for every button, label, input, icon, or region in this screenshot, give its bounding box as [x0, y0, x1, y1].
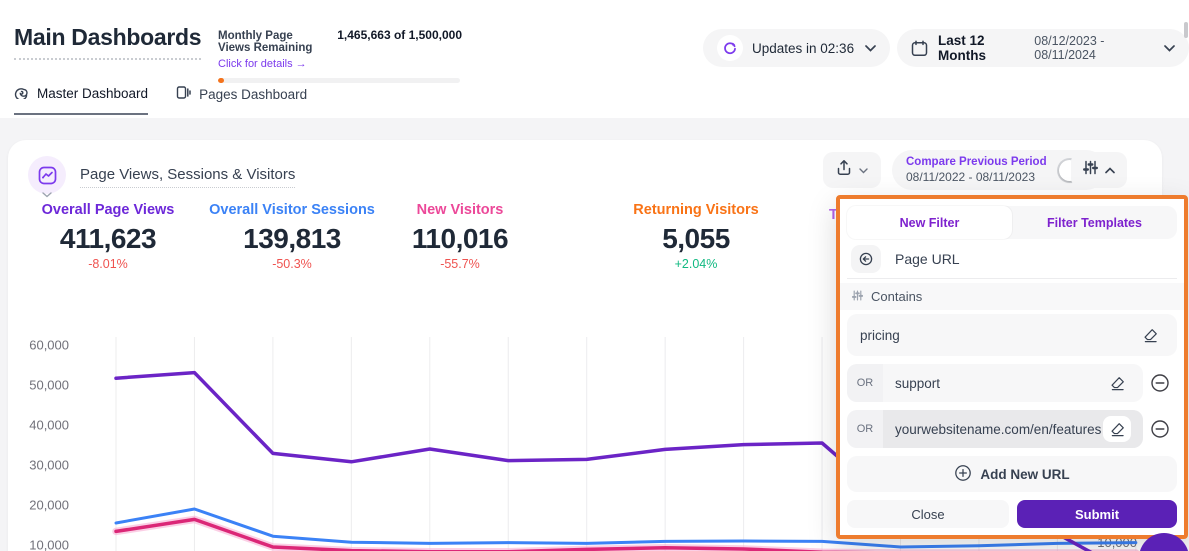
compare-label: Compare Previous Period	[906, 155, 1047, 169]
filter-or-row: OR support	[847, 364, 1177, 402]
metric-label: Overall Visitor Sessions	[206, 202, 378, 218]
metric-returning-visitors: Returning Visitors 5,055 +2.04%	[610, 202, 782, 271]
metric-value: 139,813	[206, 223, 378, 255]
usage-meter: Monthly Page Views Remaining 1,465,663 o…	[218, 28, 462, 83]
plus-circle-icon	[954, 464, 972, 485]
date-range-label: 08/12/2023 - 08/11/2024	[1034, 34, 1153, 62]
usage-value: 1,465,663 of 1,500,000	[337, 28, 462, 42]
metric-label: New Visitors	[374, 202, 546, 218]
chart-line-icon[interactable]	[28, 156, 66, 194]
export-button[interactable]	[823, 152, 881, 188]
page-title: Main Dashboards	[14, 24, 201, 60]
filter-or-value-cell[interactable]: support	[883, 364, 1143, 402]
date-preset-label: Last 12 Months	[938, 33, 1024, 63]
metric-value: 110,016	[374, 223, 546, 255]
chevron-up-icon	[1105, 161, 1115, 179]
minus-circle-icon[interactable]	[1143, 419, 1177, 439]
metric-delta: -8.01%	[22, 257, 194, 271]
chevron-down-icon	[1164, 45, 1175, 52]
or-label: OR	[847, 410, 883, 448]
eraser-icon[interactable]	[1103, 370, 1131, 396]
or-label: OR	[847, 364, 883, 402]
tab-pages-dashboard[interactable]: Pages Dashboard	[176, 84, 307, 115]
metric-value: 5,055	[610, 223, 782, 255]
filter-or-value: support	[895, 376, 1103, 391]
metric-value: 411,623	[22, 223, 194, 255]
compare-range: 08/11/2022 - 08/11/2023	[906, 170, 1047, 185]
close-button[interactable]: Close	[847, 500, 1009, 528]
eraser-icon[interactable]	[1103, 416, 1131, 442]
filter-value-row[interactable]: pricing	[847, 314, 1177, 356]
usage-details-link[interactable]: Click for details →	[218, 58, 307, 70]
tab-new-filter[interactable]: New Filter	[847, 206, 1012, 239]
refresh-icon	[717, 35, 743, 61]
filter-value: pricing	[860, 328, 1136, 343]
pages-dashboard-icon	[176, 85, 191, 103]
chevron-down-icon	[865, 45, 876, 52]
date-range-picker[interactable]: Last 12 Months 08/12/2023 - 08/11/2024	[897, 29, 1189, 67]
card-title: Page Views, Sessions & Visitors	[80, 166, 295, 188]
add-new-url-label: Add New URL	[980, 467, 1069, 482]
chevron-down-icon	[28, 192, 66, 198]
filter-operator-selector[interactable]: Contains	[840, 283, 1184, 310]
export-icon	[836, 159, 852, 181]
master-dashboard-icon	[14, 84, 29, 102]
filter-operator-label: Contains	[871, 289, 922, 304]
usage-label: Monthly Page Views Remaining	[218, 30, 325, 54]
usage-progress-bar	[218, 78, 460, 83]
metric-delta: -50.3%	[206, 257, 378, 271]
filter-or-value: yourwebsitename.com/en/features	[895, 422, 1103, 437]
minus-circle-icon[interactable]	[1143, 373, 1177, 393]
metric-label: Returning Visitors	[610, 202, 782, 218]
updates-dropdown[interactable]: Updates in 02:36	[703, 29, 890, 67]
metric-delta: -55.7%	[374, 257, 546, 271]
filter-panel: New Filter Filter Templates Page URL Con…	[836, 195, 1188, 539]
filter-or-row: OR yourwebsitename.com/en/features	[847, 410, 1177, 448]
tab-master-dashboard[interactable]: Master Dashboard	[14, 84, 148, 115]
tab-label: Master Dashboard	[37, 86, 148, 101]
metric-label: Overall Page Views	[22, 202, 194, 218]
scrollbar-thumb[interactable]	[1184, 22, 1188, 38]
metric-overall-page-views: Overall Page Views 411,623 -8.01%	[22, 202, 194, 271]
calendar-icon	[911, 40, 928, 57]
sliders-icon	[852, 288, 863, 306]
metric-new-visitors: New Visitors 110,016 -55.7%	[374, 202, 546, 271]
filter-button[interactable]	[1071, 152, 1127, 188]
dashboard-tabs: Master Dashboard Pages Dashboard	[14, 84, 307, 115]
tab-label: Pages Dashboard	[199, 87, 307, 102]
filter-panel-tabs: New Filter Filter Templates	[847, 206, 1177, 239]
dashboard-page: Main Dashboards Monthly Page Views Remai…	[0, 0, 1189, 551]
chevron-down-icon	[859, 161, 868, 179]
submit-button[interactable]: Submit	[1017, 500, 1177, 528]
tab-filter-templates[interactable]: Filter Templates	[1012, 206, 1177, 239]
usage-progress-fill	[218, 78, 224, 83]
sliders-icon	[1083, 160, 1098, 180]
page-url-icon	[851, 245, 881, 273]
eraser-icon[interactable]	[1136, 322, 1164, 348]
filter-field-selector[interactable]: Page URL	[847, 239, 1177, 279]
filter-or-value-cell[interactable]: yourwebsitename.com/en/features	[883, 410, 1143, 448]
metric-overall-visitor-sessions: Overall Visitor Sessions 139,813 -50.3%	[206, 202, 378, 271]
add-new-url-button[interactable]: Add New URL	[847, 456, 1177, 492]
filter-field-label: Page URL	[895, 251, 960, 267]
metric-delta: +2.04%	[610, 257, 782, 271]
updates-label: Updates in 02:36	[752, 41, 854, 56]
